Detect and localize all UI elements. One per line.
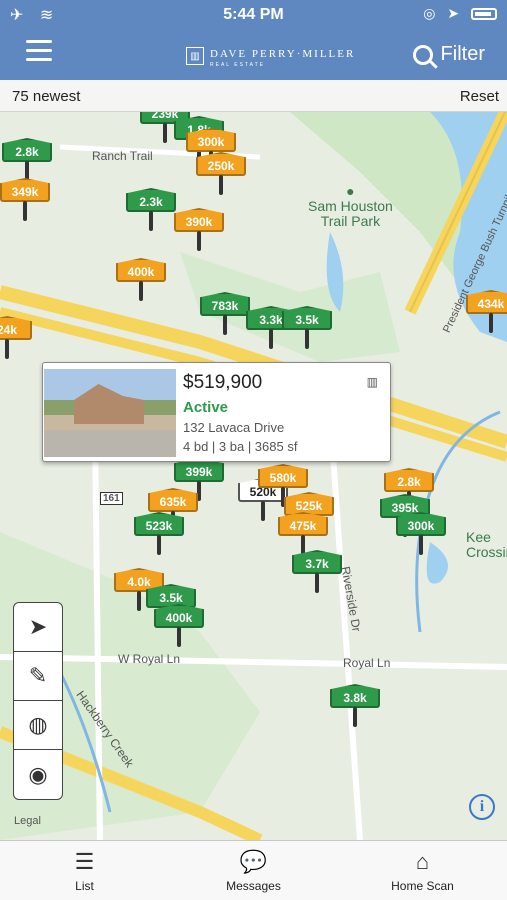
listing-status: Active — [183, 399, 229, 416]
logo-name: DAVE PERRY·MILLER — [210, 48, 356, 60]
status-right-icons: ◎ ➤ — [423, 5, 497, 22]
listing-pin[interactable]: 400k — [154, 604, 204, 648]
listing-pin[interactable]: 434k — [466, 290, 507, 334]
park-name-line2: Trail Park — [320, 213, 381, 229]
tab-label: Messages — [226, 879, 281, 893]
house-image — [74, 384, 144, 424]
info-icon[interactable]: i — [469, 794, 495, 820]
results-bar: 75 newest Reset — [0, 80, 507, 112]
logo-sub: REAL ESTATE — [210, 62, 265, 68]
battery-icon — [471, 8, 497, 21]
park-icon: ● — [346, 183, 355, 199]
menu-button[interactable] — [26, 40, 52, 62]
tab-list[interactable]: ☰ List — [0, 841, 169, 900]
tab-home-scan[interactable]: ⌂ Home Scan — [338, 841, 507, 900]
messages-icon: 💬 — [239, 849, 268, 874]
listing-pin[interactable]: 783k — [200, 292, 250, 336]
list-icon: ☰ — [74, 849, 95, 874]
listing-pin[interactable]: 24k — [0, 316, 32, 360]
app-header: ✈ ≋ 5:44 PM ◎ ➤ ▥ DAVE PERRY·MILLER REAL… — [0, 0, 507, 80]
listing-pin[interactable]: 3.8k — [330, 684, 380, 728]
listing-photo — [44, 369, 176, 457]
road-view-icon[interactable]: ◍ — [14, 701, 62, 750]
search-icon — [412, 44, 433, 65]
draw-pencil-icon[interactable]: ✎ — [14, 652, 62, 701]
listing-price: $519,900 — [183, 372, 263, 393]
listing-pin[interactable]: 523k — [134, 512, 184, 556]
road-label: Ranch Trail — [92, 149, 153, 163]
listing-pin[interactable]: 2.3k — [126, 188, 176, 232]
tab-messages[interactable]: 💬 Messages — [169, 841, 338, 900]
home-scan-icon: ⌂ — [415, 849, 430, 874]
bottom-tab-bar: ☰ List 💬 Messages ⌂ Home Scan — [0, 840, 507, 900]
listing-popup-card[interactable]: $519,900 Active 132 Lavaca Drive 4 bd | … — [42, 362, 391, 462]
listing-pin[interactable]: 2.8k — [2, 138, 52, 182]
map-view[interactable]: Ranch Trail W Royal Ln Royal Ln Hackberr… — [0, 112, 507, 840]
listing-pin[interactable]: 300k — [396, 512, 446, 556]
newest-count[interactable]: 75 newest — [12, 88, 80, 105]
road-label: W Royal Ln — [118, 652, 181, 666]
navigate-arrow-icon[interactable]: ➤ — [14, 603, 62, 652]
broker-logo-icon: ▥ — [366, 375, 378, 389]
tab-label: List — [75, 879, 94, 893]
place-label: Kee Crossin — [466, 530, 507, 560]
place-name-line1: Kee — [466, 529, 491, 545]
listing-details: 4 bd | 3 ba | 3685 sf — [183, 439, 298, 454]
reset-button[interactable]: Reset — [460, 88, 499, 105]
status-bar: ✈ ≋ 5:44 PM ◎ ➤ — [0, 0, 507, 28]
map-tools: ➤ ✎ ◍ ◉ — [13, 602, 63, 800]
highway-shield: 161 — [100, 492, 123, 505]
listing-pin[interactable]: 349k — [0, 178, 50, 222]
filter-button[interactable]: Filter — [412, 43, 485, 66]
globe-icon[interactable]: ◉ — [14, 750, 62, 799]
listing-address: 132 Lavaca Drive — [183, 420, 285, 435]
listing-pin[interactable]: 250k — [196, 152, 246, 196]
tab-label: Home Scan — [391, 879, 454, 893]
location-icons: ◎ ➤ — [423, 5, 464, 21]
logo-mark-icon: ▥ — [186, 47, 204, 65]
legal-link[interactable]: Legal — [14, 815, 41, 827]
park-name-line1: Sam Houston — [308, 198, 393, 214]
listing-pin[interactable]: 3.7k — [292, 550, 342, 594]
listing-pin[interactable]: 390k — [174, 208, 224, 252]
listing-pin[interactable]: 400k — [116, 258, 166, 302]
park-label: ● Sam Houston Trail Park — [308, 184, 393, 229]
place-name-line2: Crossin — [466, 544, 507, 560]
listing-pin[interactable]: 3.5k — [282, 306, 332, 350]
filter-label: Filter — [440, 43, 485, 65]
road-label: Royal Ln — [343, 656, 391, 670]
brand-logo: ▥ DAVE PERRY·MILLER REAL ESTATE — [186, 44, 355, 68]
